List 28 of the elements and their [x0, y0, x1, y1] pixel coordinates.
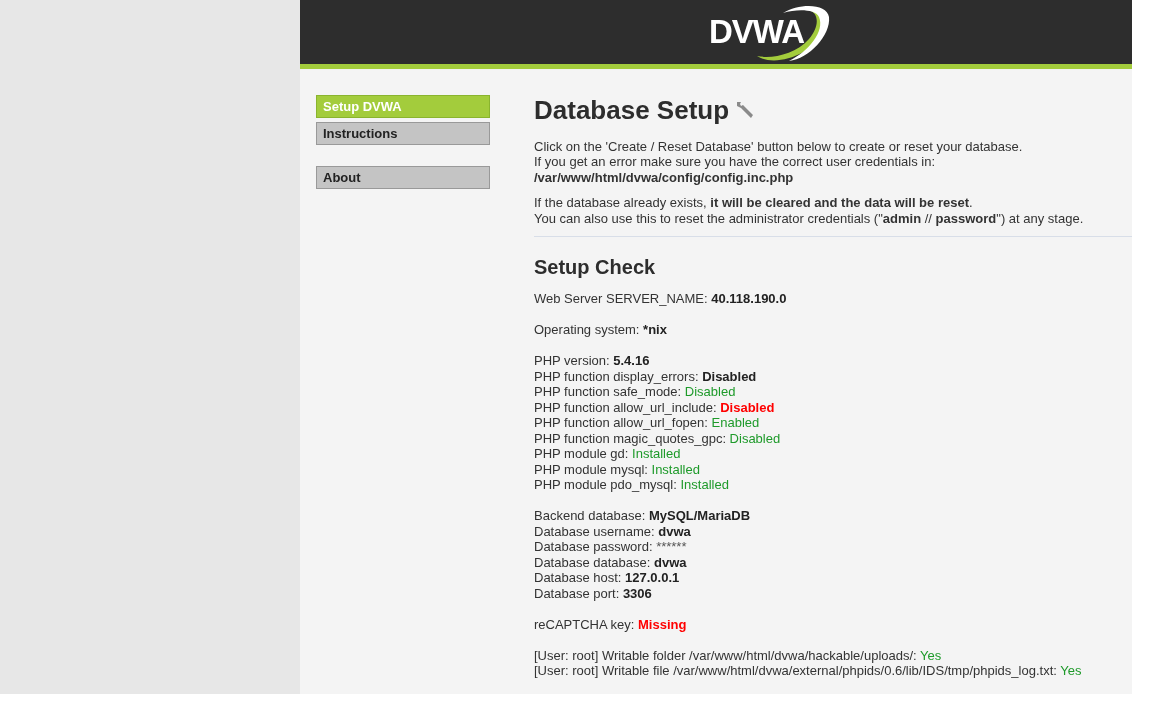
check-line: [User: root] Writable folder /var/www/html/dvwa/hackable/uploads/: Yes: [534, 647, 943, 663]
check-line: Database database: dvwa: [534, 554, 688, 570]
check-line: PHP function display_errors: Disabled: [534, 368, 758, 384]
dvwa-logo: DVWA: [707, 0, 833, 63]
menu-item[interactable]: About: [316, 165, 490, 189]
check-line: Web Server SERVER_NAME: 40.118.190.0: [534, 291, 788, 307]
wrench-icon: [735, 99, 756, 120]
check-line: PHP version: 5.4.16: [534, 353, 651, 369]
intro-paragraph: If the database already exists, it will be cleared and the data will be reset. You can also use this to reset the administrator credentials ("admin // password") at any stage.: [534, 195, 1085, 226]
check-line: PHP module gd: Installed: [534, 446, 682, 462]
check-line: PHP module pdo_mysql: Installed: [534, 477, 730, 493]
check-line: Database username: dvwa: [534, 523, 692, 539]
check-line: PHP function allow_url_fopen: Enabled: [534, 415, 761, 431]
check-line: Database port: 3306: [534, 585, 653, 601]
check-line: Database password: ******: [534, 539, 688, 555]
check-line: PHP module mysql: Installed: [534, 461, 701, 477]
intro-paragraph: Click on the 'Create / Reset Database' button below to create or reset your database. If you get an error make sure you have the correct user credentials in: /var/www/html/dvwa/config/config.inc.php: [534, 138, 1024, 185]
check-line: Database host: 127.0.0.1: [534, 570, 681, 586]
check-line: reCAPTCHA key: Missing: [534, 616, 688, 632]
check-line: PHP function magic_quotes_gpc: Disabled: [534, 430, 782, 446]
check-line: PHP function safe_mode: Disabled: [534, 384, 737, 400]
check-line: Operating system: *nix: [534, 322, 668, 338]
check-line: Backend database: MySQL/MariaDB: [534, 508, 752, 524]
check-line: [User: root] Writable file /var/www/html/dvwa/external/phpids/0.6/lib/IDS/tmp/phpids_log.txt: Yes: [534, 663, 1083, 679]
section-title: Setup Check: [534, 255, 657, 279]
page-title: Database Setup: [534, 94, 730, 125]
menu-item[interactable]: Instructions: [316, 121, 490, 145]
check-line: PHP function allow_url_include: Disabled: [534, 399, 776, 415]
